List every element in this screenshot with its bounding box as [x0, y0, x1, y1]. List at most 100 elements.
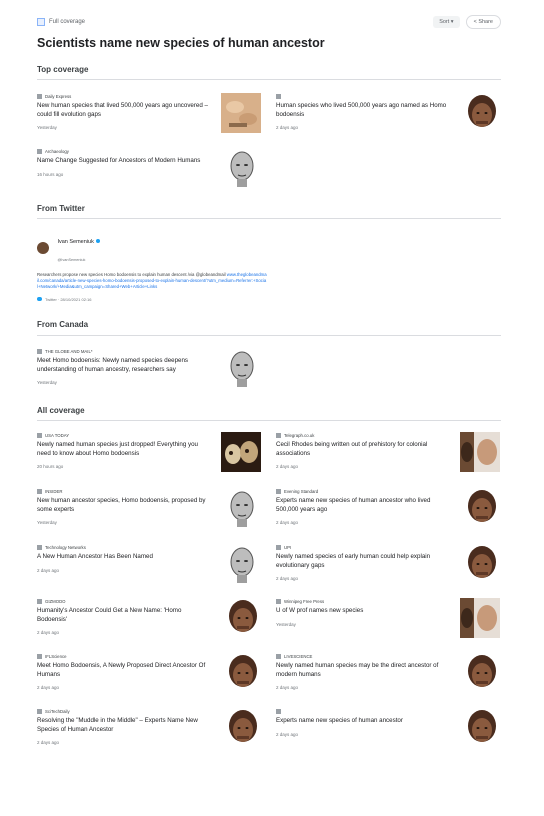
- publisher-name: USA TODAY: [45, 433, 70, 438]
- sketch-head-icon[interactable]: [221, 148, 261, 188]
- publisher-logo-icon: [37, 349, 42, 354]
- article-card[interactable]: UPI Newly named species of early human co…: [276, 544, 500, 592]
- tweet-footer: Twitter · 28/10/2021 02:16: [37, 297, 267, 302]
- publisher-name: INSIDER: [45, 489, 63, 494]
- publisher-name: Archaeology: [45, 149, 69, 154]
- tweet-author[interactable]: Ivan Semeniuk: [57, 239, 93, 245]
- share-button[interactable]: < Share: [465, 15, 501, 29]
- publisher-logo-icon: [276, 599, 281, 604]
- section-top-coverage: Top coverage: [37, 65, 89, 74]
- article-card[interactable]: Human species who lived 500,000 years ag…: [276, 93, 500, 141]
- divider: [37, 218, 501, 219]
- article-headline[interactable]: Experts name new species of human ancest…: [276, 717, 448, 726]
- page-title: Scientists name new species of human anc…: [37, 36, 325, 50]
- article-headline[interactable]: Experts name new species of human ancest…: [276, 497, 448, 514]
- article-headline[interactable]: Meet Homo bodoensis: Newly named species…: [37, 357, 209, 374]
- hominin-icon[interactable]: [460, 653, 500, 693]
- article-headline[interactable]: Humanity's Ancestor Could Get a New Name…: [37, 607, 209, 624]
- faces-icon[interactable]: [460, 598, 500, 638]
- publisher-name: GIZMODO: [45, 599, 66, 604]
- article-card[interactable]: Experts name new species of human ancest…: [276, 708, 500, 756]
- article-headline[interactable]: New human ancestor species, Homo bodoens…: [37, 497, 209, 514]
- article-headline[interactable]: Name Change Suggested for Ancestors of M…: [37, 157, 209, 166]
- tweet-text: Researchers propose new species Homo bod…: [37, 272, 267, 290]
- publisher-logo-icon: [37, 709, 42, 714]
- divider: [37, 335, 501, 336]
- full-coverage-icon: [37, 18, 45, 26]
- article-headline[interactable]: U of W prof names new species: [276, 607, 448, 616]
- publisher-logo-icon: [37, 489, 42, 494]
- article-headline[interactable]: Meet Homo Bodoensis, A Newly Proposed Di…: [37, 662, 209, 679]
- sketch-head-icon[interactable]: [221, 348, 261, 388]
- article-card[interactable]: LIVESCIENCE Newly named human species may…: [276, 653, 500, 701]
- sort-button[interactable]: Sort ▾: [433, 16, 460, 28]
- article-card[interactable]: GIZMODO Humanity's Ancestor Could Get a N…: [37, 598, 261, 646]
- article-card[interactable]: Telegraph.co.uk Cecil Rhodes being writte…: [276, 432, 500, 480]
- sketch-head-icon[interactable]: [221, 488, 261, 528]
- avatar: [37, 242, 49, 254]
- article-headline[interactable]: Cecil Rhodes being written out of prehis…: [276, 441, 448, 458]
- top-bar: Full coverage Sort ▾ < Share: [37, 13, 501, 31]
- publisher-name: LIVESCIENCE: [284, 654, 313, 659]
- article-card[interactable]: Technology Networks A New Human Ancestor …: [37, 544, 261, 592]
- divider: [37, 420, 501, 421]
- publisher-name: SciTechDaily: [45, 709, 70, 714]
- twitter-bird-icon: [37, 297, 42, 302]
- hominin-icon[interactable]: [221, 598, 261, 638]
- section-from-canada: From Canada: [37, 320, 89, 329]
- divider: [37, 79, 501, 80]
- article-headline[interactable]: A New Human Ancestor Has Been Named: [37, 553, 209, 562]
- publisher-logo-icon: [276, 94, 281, 99]
- publisher-logo-icon: [37, 545, 42, 550]
- article-headline[interactable]: New human species that lived 500,000 yea…: [37, 102, 209, 119]
- publisher-name: Daily Express: [45, 94, 72, 99]
- verified-icon: [95, 239, 100, 243]
- section-from-twitter: From Twitter: [37, 204, 85, 213]
- publisher-logo-icon: [276, 545, 281, 550]
- skulls-icon[interactable]: [221, 432, 261, 472]
- publisher-name: Winnipeg Free Press: [284, 599, 325, 604]
- article-card[interactable]: Winnipeg Free Press U of W prof names new…: [276, 598, 500, 646]
- section-all-coverage: All coverage: [37, 406, 85, 415]
- publisher-name: Telegraph.co.uk: [284, 433, 315, 438]
- publisher-name: THE GLOBE AND MAIL*: [45, 349, 93, 354]
- hominin-icon[interactable]: [221, 708, 261, 748]
- faces-icon[interactable]: [460, 432, 500, 472]
- hominin-icon[interactable]: [460, 708, 500, 748]
- publisher-logo-icon: [37, 654, 42, 659]
- publisher-logo-icon: [276, 654, 281, 659]
- article-card[interactable]: Daily Express New human species that live…: [37, 93, 261, 141]
- publisher-logo-icon: [37, 149, 42, 154]
- article-card[interactable]: USA TODAY Newly named human species just …: [37, 432, 261, 480]
- full-coverage-label: Full coverage: [49, 19, 86, 25]
- article-headline[interactable]: Newly named human species just dropped! …: [37, 441, 209, 458]
- hominin-icon[interactable]: [221, 653, 261, 693]
- article-headline[interactable]: Human species who lived 500,000 years ag…: [276, 102, 448, 119]
- publisher-name: UPI: [284, 545, 292, 550]
- article-card[interactable]: INSIDER New human ancestor species, Homo …: [37, 488, 261, 536]
- tweet-handle: @IvanSemeniuk: [57, 258, 86, 262]
- publisher-logo-icon: [37, 433, 42, 438]
- article-headline[interactable]: Newly named human species may be the dir…: [276, 662, 448, 679]
- publisher-logo-icon: [276, 433, 281, 438]
- publisher-name: Evening Standard: [284, 489, 319, 494]
- publisher-logo-icon: [37, 599, 42, 604]
- tweet-card[interactable]: Ivan Semeniuk @IvanSemeniuk Researchers …: [37, 230, 267, 302]
- hominin-icon[interactable]: [460, 544, 500, 584]
- publisher-name: Technology Networks: [45, 545, 86, 550]
- publisher-logo-icon: [37, 94, 42, 99]
- publisher-logo-icon: [276, 489, 281, 494]
- publisher-logo-icon: [276, 709, 281, 714]
- article-card[interactable]: SciTechDaily Resolving the "Muddle in the…: [37, 708, 261, 756]
- sketch-head-icon[interactable]: [221, 544, 261, 584]
- publisher-name: IFLScience: [45, 654, 67, 659]
- article-card[interactable]: Evening Standard Experts name new species…: [276, 488, 500, 536]
- article-headline[interactable]: Resolving the "Muddle in the Middle" – E…: [37, 717, 209, 734]
- article-card[interactable]: Archaeology Name Change Suggested for Anc…: [37, 148, 261, 196]
- article-card[interactable]: IFLScience Meet Homo Bodoensis, A Newly P…: [37, 653, 261, 701]
- article-headline[interactable]: Newly named species of early human could…: [276, 553, 448, 570]
- article-card[interactable]: THE GLOBE AND MAIL* Meet Homo bodoensis: …: [37, 348, 261, 396]
- hominin-icon[interactable]: [460, 93, 500, 133]
- hands-icon[interactable]: [221, 93, 261, 133]
- hominin-icon[interactable]: [460, 488, 500, 528]
